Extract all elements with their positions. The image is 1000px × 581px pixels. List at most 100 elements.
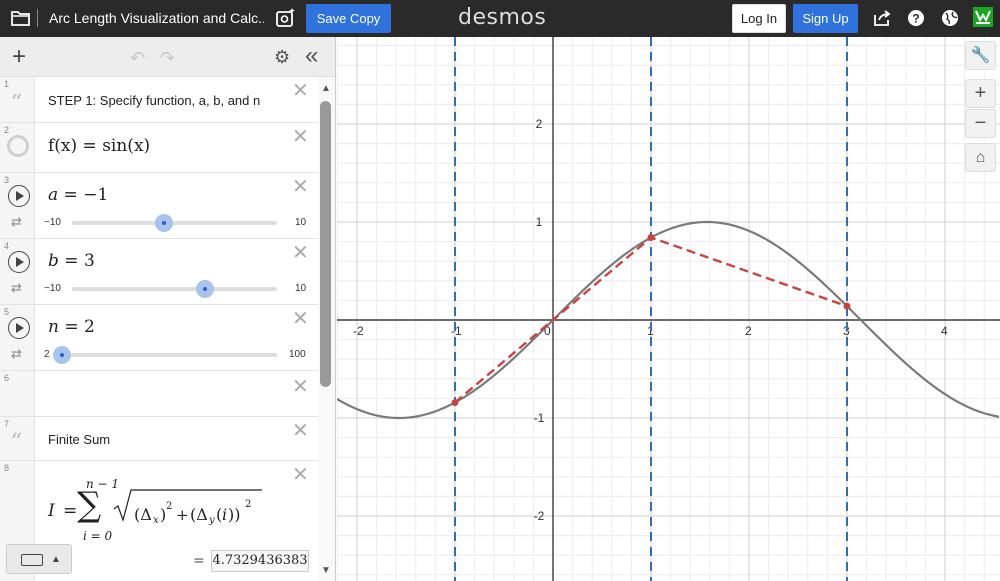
sum-lhs: I bbox=[48, 501, 55, 521]
note-text[interactable]: Finite Sum bbox=[48, 432, 110, 447]
graph-title[interactable]: Arc Length Visualization and Calc... bbox=[49, 10, 264, 26]
svg-text:)): )) bbox=[228, 505, 240, 524]
wrench-icon[interactable]: 🔧 bbox=[965, 41, 996, 70]
partition-point bbox=[451, 398, 459, 406]
expression-panel: + ↶ ↷ ⚙ « 1 “ STEP 1: Specify function, … bbox=[0, 37, 336, 581]
collapse-panel-icon[interactable]: « bbox=[305, 42, 318, 70]
save-copy-button[interactable]: Save Copy bbox=[306, 4, 391, 33]
svg-text:(Δ: (Δ bbox=[134, 505, 152, 524]
slider-max[interactable]: 10 bbox=[295, 283, 306, 294]
slider-expression[interactable]: n = 2 bbox=[48, 317, 95, 337]
summation-expression[interactable]: I = n − 1 ∑ i = 0 (Δ x ) 2 + (Δ y ( i ))… bbox=[46, 477, 276, 547]
topbar-divider bbox=[37, 9, 38, 27]
slider-min[interactable]: −10 bbox=[44, 217, 61, 228]
slider-loop-icon[interactable]: ⇄ bbox=[11, 280, 22, 296]
slider-loop-icon[interactable]: ⇄ bbox=[11, 346, 22, 362]
help-icon[interactable]: ? bbox=[907, 9, 925, 27]
slider-expression[interactable]: b = 3 bbox=[48, 251, 95, 271]
scroll-up-icon[interactable]: ▲ bbox=[321, 83, 331, 94]
slider-min[interactable]: 2 bbox=[44, 349, 50, 360]
slider-max[interactable]: 100 bbox=[289, 349, 306, 360]
expression-number: 1 bbox=[4, 79, 10, 89]
slider-thumb[interactable] bbox=[155, 214, 174, 232]
delete-expression-icon[interactable]: ✕ bbox=[292, 127, 309, 147]
svg-text:2: 2 bbox=[166, 501, 172, 512]
sigma-icon: ∑ bbox=[77, 485, 102, 525]
x-tick-label: -2 bbox=[353, 324, 364, 338]
zoom-in-button[interactable]: + bbox=[965, 79, 996, 108]
partition-point bbox=[647, 234, 655, 242]
graph-color-toggle-icon[interactable] bbox=[7, 135, 29, 157]
note-text[interactable]: STEP 1: Specify function, a, b, and n bbox=[48, 93, 260, 108]
delete-expression-icon[interactable]: ✕ bbox=[292, 421, 309, 441]
svg-text:i: i bbox=[222, 505, 227, 524]
slider-variable: n bbox=[48, 317, 59, 337]
expression-row-1[interactable]: 1 “ STEP 1: Specify function, a, b, and … bbox=[0, 77, 318, 123]
folder-icon[interactable] bbox=[10, 8, 32, 28]
slider-track[interactable] bbox=[72, 287, 277, 291]
slider-value: −1 bbox=[83, 185, 109, 205]
desmos-logo: desmos bbox=[458, 5, 547, 30]
gear-icon[interactable]: ⚙ bbox=[274, 47, 290, 68]
keyboard-toggle-button[interactable]: ▲ bbox=[6, 544, 72, 574]
slider-thumb[interactable] bbox=[196, 280, 215, 298]
scroll-down-icon[interactable]: ▼ bbox=[321, 565, 331, 576]
expression-number: 4 bbox=[4, 241, 10, 251]
graph-canvas[interactable]: -2-10123421-1-2 bbox=[337, 37, 1000, 581]
expression-row-5[interactable]: 5 ⇄ n = 2 2 100 ✕ bbox=[0, 305, 318, 371]
screenshot-icon[interactable] bbox=[275, 6, 297, 30]
signup-button[interactable]: Sign Up bbox=[793, 4, 858, 33]
expression-latex[interactable]: f(x) = sin(x) bbox=[48, 136, 150, 156]
expression-scrollbar[interactable]: ▲ ▼ bbox=[318, 77, 335, 581]
result-equals: = bbox=[193, 553, 205, 569]
equals-sign: = bbox=[63, 501, 78, 521]
delete-expression-icon[interactable]: ✕ bbox=[292, 243, 309, 263]
slider-thumb[interactable] bbox=[53, 346, 71, 364]
slider-min[interactable]: −10 bbox=[44, 283, 61, 294]
play-slider-icon[interactable] bbox=[8, 317, 30, 339]
slider-loop-icon[interactable]: ⇄ bbox=[11, 214, 22, 230]
svg-text:x: x bbox=[153, 515, 159, 526]
scrollbar-thumb[interactable] bbox=[320, 101, 331, 387]
language-icon[interactable] bbox=[941, 9, 959, 27]
slider-track[interactable] bbox=[72, 221, 277, 225]
expression-number: 3 bbox=[4, 175, 10, 185]
play-slider-icon[interactable] bbox=[8, 185, 30, 207]
note-quote-icon: “ bbox=[11, 89, 23, 113]
y-tick-label: -1 bbox=[534, 411, 545, 425]
delete-expression-icon[interactable]: ✕ bbox=[292, 309, 309, 329]
profile-icon[interactable] bbox=[973, 7, 993, 27]
home-icon[interactable]: ⌂ bbox=[965, 143, 996, 172]
play-slider-icon[interactable] bbox=[8, 251, 30, 273]
zoom-out-button[interactable]: − bbox=[965, 109, 996, 138]
delete-expression-icon[interactable]: ✕ bbox=[292, 81, 309, 101]
slider-expression[interactable]: a = −1 bbox=[48, 185, 108, 205]
expression-row-7[interactable]: 7 “ Finite Sum ✕ bbox=[0, 417, 318, 461]
expression-row-6[interactable]: 6 ✕ bbox=[0, 371, 318, 417]
slider-value: 2 bbox=[84, 317, 95, 337]
slider-track[interactable] bbox=[60, 353, 277, 357]
expression-row-2[interactable]: 2 f(x) = sin(x) ✕ bbox=[0, 123, 318, 173]
top-bar: Arc Length Visualization and Calc... Sav… bbox=[0, 0, 1000, 37]
svg-text:y: y bbox=[208, 515, 215, 526]
x-tick-label: 4 bbox=[941, 324, 948, 338]
delete-expression-icon[interactable]: ✕ bbox=[292, 465, 309, 485]
add-expression-icon[interactable]: + bbox=[12, 45, 26, 69]
delete-expression-icon[interactable]: ✕ bbox=[292, 377, 309, 397]
expression-number: 7 bbox=[4, 419, 10, 429]
undo-icon[interactable]: ↶ bbox=[130, 48, 145, 69]
expression-number: 5 bbox=[4, 307, 10, 317]
redo-icon[interactable]: ↷ bbox=[160, 48, 175, 69]
x-tick-label: 2 bbox=[745, 324, 752, 338]
slider-max[interactable]: 10 bbox=[295, 217, 306, 228]
expression-row-3[interactable]: 3 ⇄ a = −1 −10 10 ✕ bbox=[0, 173, 318, 239]
share-icon[interactable] bbox=[873, 9, 891, 27]
expression-number: 6 bbox=[4, 373, 10, 383]
slider-value: 3 bbox=[83, 251, 95, 271]
expression-panel-header: + ↶ ↷ ⚙ « bbox=[0, 37, 335, 77]
login-button[interactable]: Log In bbox=[732, 4, 786, 33]
delete-expression-icon[interactable]: ✕ bbox=[292, 177, 309, 197]
expression-row-4[interactable]: 4 ⇄ b = 3 −10 10 ✕ bbox=[0, 239, 318, 305]
graph-paper[interactable]: -2-10123421-1-2 🔧 + − ⌂ bbox=[337, 37, 1000, 581]
expression-number: 8 bbox=[4, 463, 10, 473]
